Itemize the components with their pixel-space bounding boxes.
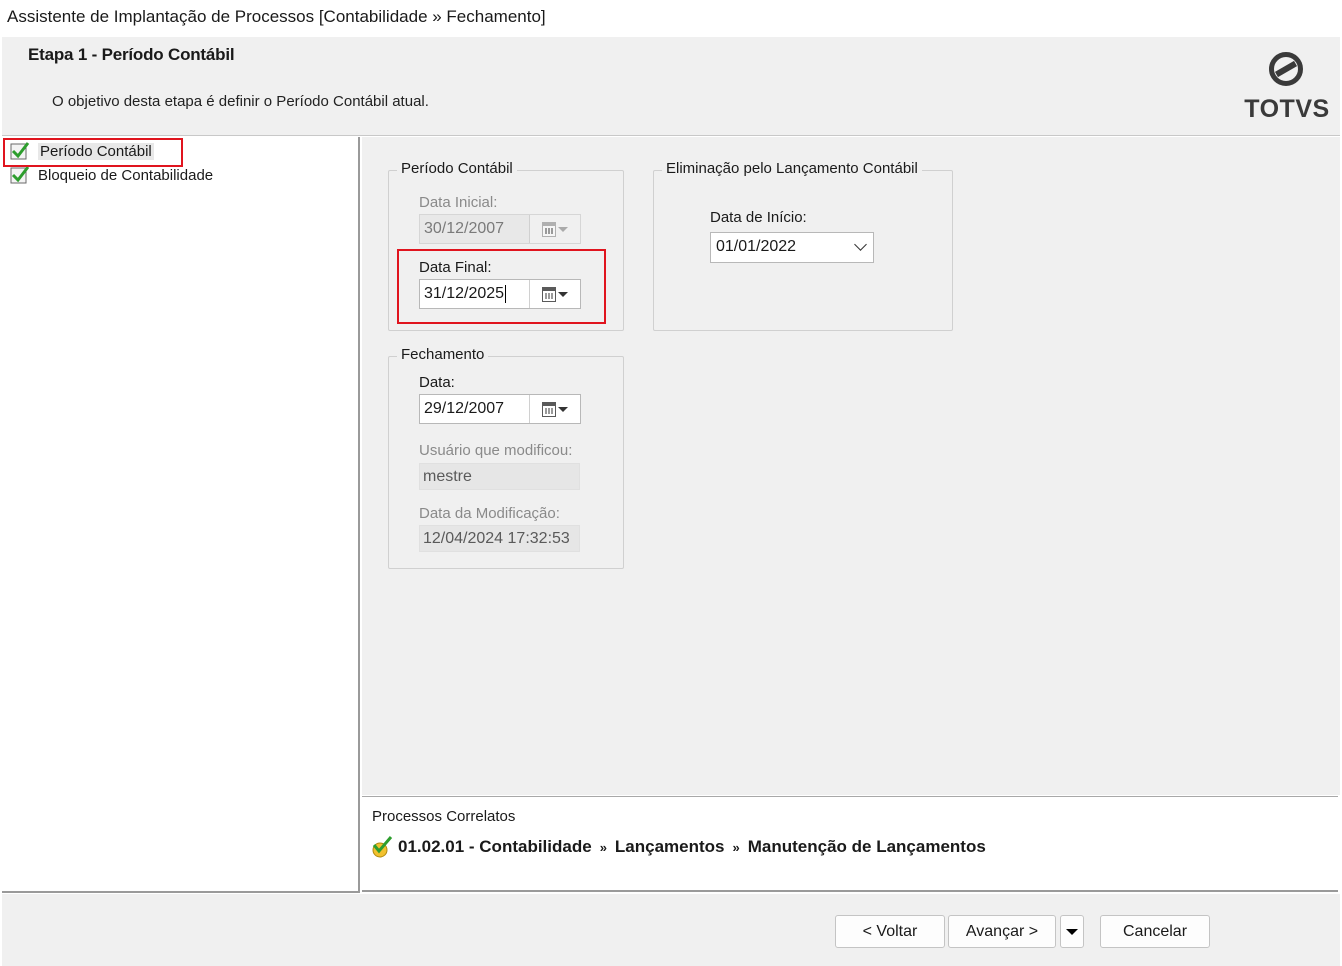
cancel-button[interactable]: Cancelar xyxy=(1100,915,1210,948)
calendar-icon xyxy=(542,221,556,237)
related-path-module: 01.02.01 - Contabilidade xyxy=(398,837,592,856)
dropdown-arrow-icon xyxy=(558,406,568,412)
related-process-link[interactable]: 01.02.01 - Contabilidade » Lançamentos »… xyxy=(370,835,986,859)
steps-tree: Período Contábil Bloqueio de Contabilida… xyxy=(2,137,360,893)
step-title: Etapa 1 - Período Contábil xyxy=(28,45,235,64)
step-content: Período Contábil Data Inicial: 30/12/200… xyxy=(362,137,1340,795)
path-separator: » xyxy=(732,839,740,855)
highlight-box-tree xyxy=(3,138,183,167)
related-path-item: Manutenção de Lançamentos xyxy=(747,837,986,856)
related-title: Processos Correlatos xyxy=(372,808,516,825)
dropdown-arrow-icon xyxy=(1066,928,1078,935)
group-eliminacao: Eliminação pelo Lançamento Contábil Data… xyxy=(653,160,953,331)
data-modificacao-field: 12/04/2024 17:32:53 xyxy=(419,525,580,552)
fechamento-data-value[interactable]: 29/12/2007 xyxy=(420,395,530,423)
chevron-down-icon xyxy=(854,238,867,251)
checkbox-checked-icon xyxy=(10,166,30,184)
tree-item-label: Bloqueio de Contabilidade xyxy=(38,166,214,184)
fechamento-data-label: Data: xyxy=(419,374,455,391)
back-button[interactable]: < Voltar xyxy=(835,915,945,948)
data-inicial-value: 30/12/2007 xyxy=(420,215,530,243)
calendar-dropdown-button xyxy=(530,215,580,243)
data-inicio-value: 01/01/2022 xyxy=(716,238,797,255)
next-button[interactable]: Avançar > xyxy=(948,915,1056,948)
group-legend: Período Contábil xyxy=(397,160,517,177)
process-check-icon xyxy=(372,836,393,858)
data-inicial-label: Data Inicial: xyxy=(419,194,498,211)
group-legend: Eliminação pelo Lançamento Contábil xyxy=(662,160,922,177)
logo-text: TOTVS xyxy=(1244,95,1330,123)
usuario-label: Usuário que modificou: xyxy=(419,442,573,459)
next-options-button[interactable] xyxy=(1060,915,1084,948)
step-description: O objetivo desta etapa é definir o Perío… xyxy=(52,93,429,110)
data-modificacao-label: Data da Modificação: xyxy=(419,505,560,522)
window-titlebar: Assistente de Implantação de Processos [… xyxy=(0,0,1342,36)
dropdown-arrow-icon xyxy=(558,226,568,232)
wizard-footer: < Voltar Avançar > Cancelar xyxy=(2,894,1340,966)
totvs-logo-icon xyxy=(1269,52,1303,86)
data-inicial-picker: 30/12/2007 xyxy=(419,214,581,244)
related-path-menu: Lançamentos xyxy=(614,837,725,856)
wizard-header: Etapa 1 - Período Contábil O objetivo de… xyxy=(2,37,1340,136)
tree-item-bloqueio-contabilidade[interactable]: Bloqueio de Contabilidade xyxy=(10,164,213,186)
fechamento-data-picker[interactable]: 29/12/2007 xyxy=(419,394,581,424)
path-separator: » xyxy=(599,839,607,855)
related-processes: Processos Correlatos 01.02.01 - Contabil… xyxy=(362,796,1338,892)
data-inicio-label: Data de Início: xyxy=(710,209,807,226)
group-fechamento: Fechamento Data: 29/12/2007 Usuário que … xyxy=(388,346,624,569)
data-inicio-select[interactable]: 01/01/2022 xyxy=(710,232,874,263)
window-title: Assistente de Implantação de Processos [… xyxy=(7,7,546,26)
totvs-logo: TOTVS xyxy=(1240,51,1336,131)
calendar-icon xyxy=(542,401,556,417)
usuario-field: mestre xyxy=(419,463,580,490)
group-legend: Fechamento xyxy=(397,346,489,363)
calendar-dropdown-button[interactable] xyxy=(530,395,580,423)
highlight-box-data-final xyxy=(397,249,606,324)
